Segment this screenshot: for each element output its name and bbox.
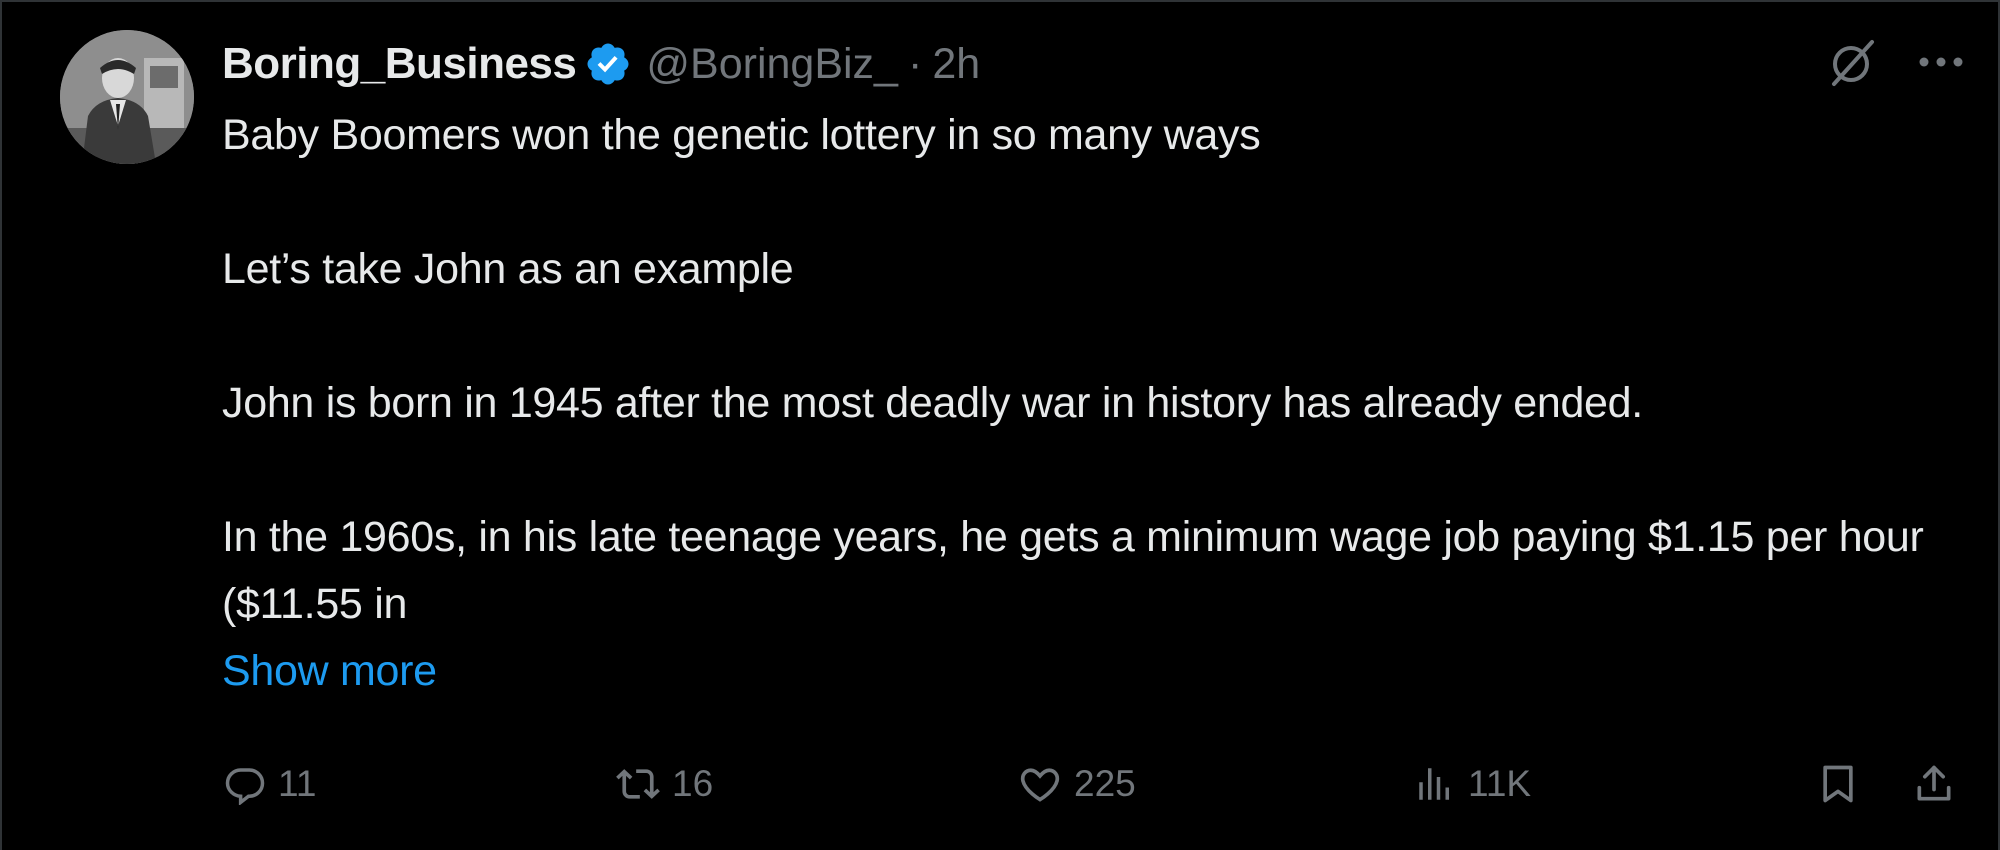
- grok-button[interactable]: [1824, 34, 1880, 90]
- avatar[interactable]: [60, 30, 194, 164]
- retweet-button[interactable]: 16: [616, 754, 713, 814]
- tweet-actions-bar: 11 16 225 11K: [224, 754, 1964, 814]
- person-portrait-icon: [60, 30, 194, 164]
- tweet-header: Boring_Business @BoringBiz_ · 2h: [222, 32, 980, 96]
- share-icon: [1917, 765, 1951, 801]
- heart-icon: [1020, 768, 1060, 802]
- tweet-paragraph: Baby Boomers won the genetic lottery in …: [222, 111, 1261, 159]
- tweet-text: Baby Boomers won the genetic lottery in …: [222, 102, 1982, 705]
- author-handle[interactable]: @BoringBiz_: [646, 40, 898, 89]
- views-button[interactable]: 11K: [1414, 754, 1531, 814]
- reply-icon: [225, 768, 265, 805]
- separator-dot: ·: [907, 39, 923, 88]
- like-count: 225: [1074, 763, 1136, 804]
- verified-badge-icon: [587, 43, 629, 85]
- author-display-name[interactable]: Boring_Business: [222, 39, 577, 89]
- retweet-icon: [616, 769, 660, 799]
- more-options-button[interactable]: [1918, 54, 1964, 70]
- show-more-link[interactable]: Show more: [222, 638, 437, 705]
- like-button[interactable]: 225: [1018, 754, 1136, 814]
- bookmark-button[interactable]: [1816, 754, 1860, 814]
- tweet-paragraph: John is born in 1945 after the most dead…: [222, 379, 1643, 427]
- tweet-top-actions: [1824, 34, 1964, 90]
- tweet-paragraph: Let’s take John as an example: [222, 245, 794, 293]
- reply-count: 11: [278, 763, 317, 804]
- bookmark-icon: [1823, 765, 1853, 803]
- views-chart-icon: [1419, 768, 1449, 800]
- share-button[interactable]: [1912, 754, 1956, 814]
- views-count: 11K: [1468, 763, 1532, 804]
- reply-button[interactable]: 11: [224, 754, 316, 814]
- retweet-count: 16: [672, 763, 714, 804]
- tweet-card[interactable]: Boring_Business @BoringBiz_ · 2h Baby Bo…: [0, 0, 2000, 850]
- grok-slash-circle-icon: [1832, 40, 1874, 86]
- more-horizontal-icon: [1919, 57, 1963, 67]
- timestamp[interactable]: 2h: [932, 40, 980, 89]
- tweet-paragraph: In the 1960s, in his late teenage years,…: [222, 513, 1924, 628]
